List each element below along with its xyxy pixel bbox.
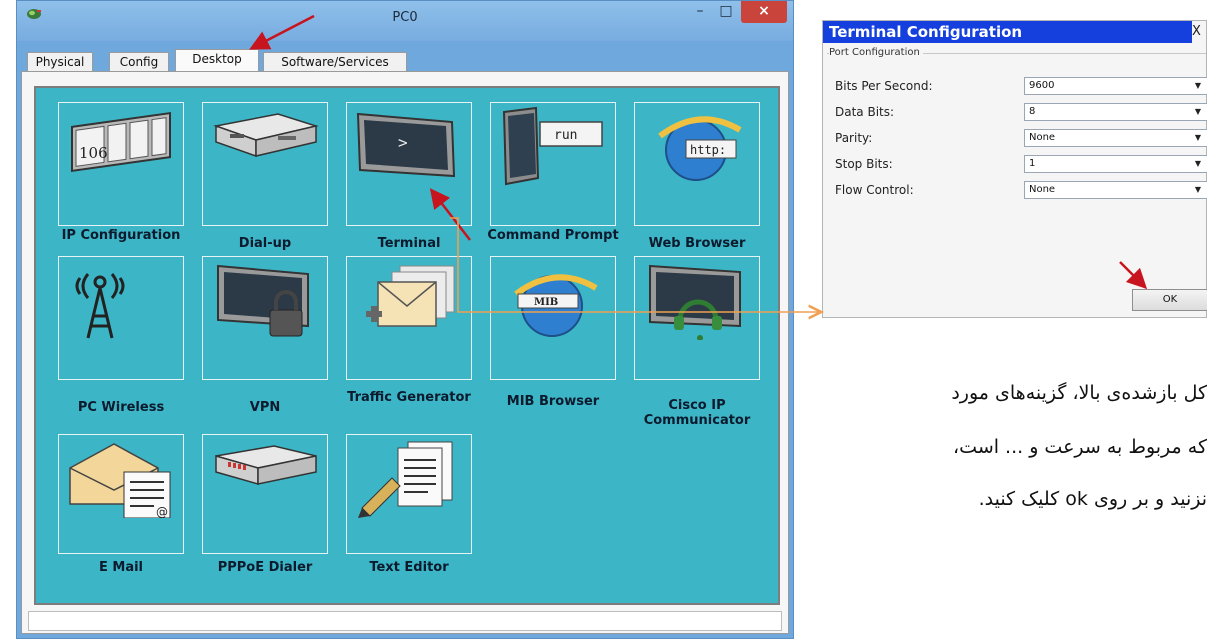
- annotation-overlay: [249, 14, 1148, 639]
- desktop-tab-arrow: [249, 14, 315, 50]
- ok-pointer-arrow: [1119, 261, 1148, 290]
- connector-arrow: [450, 217, 818, 312]
